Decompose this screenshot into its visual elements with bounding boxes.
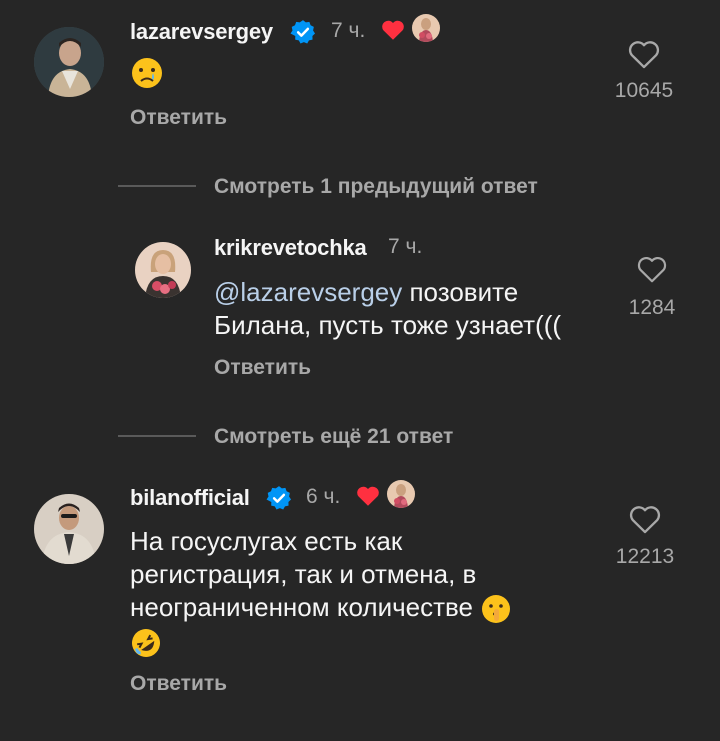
rolling-laughing-emoji xyxy=(130,627,162,659)
comment-time: 7 ч. xyxy=(388,235,423,258)
heart-outline-icon xyxy=(629,506,661,534)
heart-icon xyxy=(380,17,406,43)
heart-icon xyxy=(355,483,381,509)
like-count: 1284 xyxy=(628,296,676,319)
like-button[interactable] xyxy=(635,254,669,284)
avatar-krikrevetochka[interactable] xyxy=(135,242,191,298)
author-avatar-icon xyxy=(412,14,440,42)
like-button[interactable] xyxy=(626,38,662,70)
comment-time: 6 ч. xyxy=(306,485,341,508)
divider xyxy=(118,435,196,437)
divider xyxy=(118,185,196,187)
avatar-photo xyxy=(34,494,104,564)
avatar-lazarevsergey[interactable] xyxy=(34,27,104,97)
reply-button[interactable]: Ответить xyxy=(130,672,227,696)
like-count: 12213 xyxy=(615,545,675,568)
view-more-replies[interactable]: Смотреть ещё 21 ответ xyxy=(214,425,453,449)
comment-text-line: На госуслугах есть как xyxy=(130,526,403,556)
comment-username[interactable]: krikrevetochka xyxy=(214,235,367,261)
verified-badge-icon xyxy=(266,485,292,511)
author-avatar-icon xyxy=(387,480,415,508)
like-button[interactable] xyxy=(627,503,663,535)
heart-outline-icon xyxy=(628,41,660,69)
comment-username[interactable]: lazarevsergey xyxy=(130,19,273,45)
view-previous-replies[interactable]: Смотреть 1 предыдущий ответ xyxy=(214,175,538,199)
avatar-photo xyxy=(34,27,104,97)
crying-face-emoji xyxy=(130,56,164,90)
reply-button[interactable]: Ответить xyxy=(130,106,227,130)
mention-link[interactable]: @lazarevsergey xyxy=(214,277,402,307)
verified-badge-icon xyxy=(290,19,316,45)
avatar-photo xyxy=(135,242,191,298)
heart-outline-icon xyxy=(637,256,667,283)
like-count: 10645 xyxy=(614,79,674,102)
comment-text: На госуслугах есть как регистрация, так … xyxy=(130,525,590,659)
reply-button[interactable]: Ответить xyxy=(214,356,311,380)
shushing-face-emoji xyxy=(480,593,512,625)
comment-text-line: Билана, пусть тоже узнает((( xyxy=(214,310,562,340)
comment-text-line: регистрация, так и отмена, в xyxy=(130,559,477,589)
avatar-bilanofficial[interactable] xyxy=(34,494,104,564)
comment-time: 7 ч. xyxy=(331,19,366,42)
comment-text: @lazarevsergey позовите Билана, пусть то… xyxy=(214,276,604,342)
comment-username[interactable]: bilanofficial xyxy=(130,485,250,511)
comment-text-line: позовите xyxy=(402,277,519,307)
comment-text-line: неограниченном количестве xyxy=(130,592,473,622)
